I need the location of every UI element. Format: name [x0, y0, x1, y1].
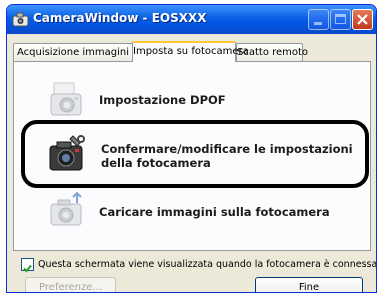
maximize-icon: [335, 14, 346, 24]
window-title: CameraWindow - EOSXXX: [33, 11, 207, 25]
maximize-button[interactable]: [330, 9, 351, 30]
tab-imposta-su-fotocamera[interactable]: Imposta su fotocamera: [132, 41, 249, 62]
camera-settings-option[interactable]: Confermare/modificare le impostazioni de…: [21, 120, 369, 188]
camera-upload-icon: [50, 191, 82, 226]
finish-label: Fine: [298, 282, 320, 293]
checkmark-icon: [23, 264, 32, 273]
minimize-button[interactable]: [308, 9, 329, 30]
dpof-label: Impostazione DPOF: [99, 93, 226, 107]
upload-label: Caricare immagini sulla fotocamera: [99, 205, 330, 219]
minimize-icon: [314, 22, 322, 25]
camera-settings-label-line2: della fotocamera: [101, 156, 211, 170]
camera-app-icon: [12, 12, 29, 27]
preferences-label: Preferenze...: [39, 282, 102, 293]
preferences-button[interactable]: Preferenze...: [25, 277, 116, 293]
camera-settings-icon: [49, 135, 85, 171]
tab-label: Imposta su fotocamera: [133, 46, 249, 57]
camerawindow-dialog: CameraWindow - EOSXXX Acquisizione immag…: [6, 4, 377, 293]
tab-label: Acquisizione immagini: [16, 47, 130, 58]
tab-acquisizione-immagini[interactable]: Acquisizione immagini: [13, 43, 133, 61]
show-on-connect-checkbox[interactable]: [21, 258, 34, 273]
title-bar[interactable]: CameraWindow - EOSXXX: [7, 5, 376, 34]
finish-button[interactable]: Fine: [255, 277, 363, 293]
close-button[interactable]: [352, 9, 373, 30]
upload-option[interactable]: Caricare immagini sulla fotocamera: [47, 191, 343, 239]
camera-settings-label-line1: Confermare/modificare le impostazioni: [101, 142, 353, 156]
camera-print-icon: [50, 82, 82, 116]
show-on-connect-label: Questa schermata viene visualizzata quan…: [38, 259, 377, 270]
close-icon: [357, 14, 368, 25]
